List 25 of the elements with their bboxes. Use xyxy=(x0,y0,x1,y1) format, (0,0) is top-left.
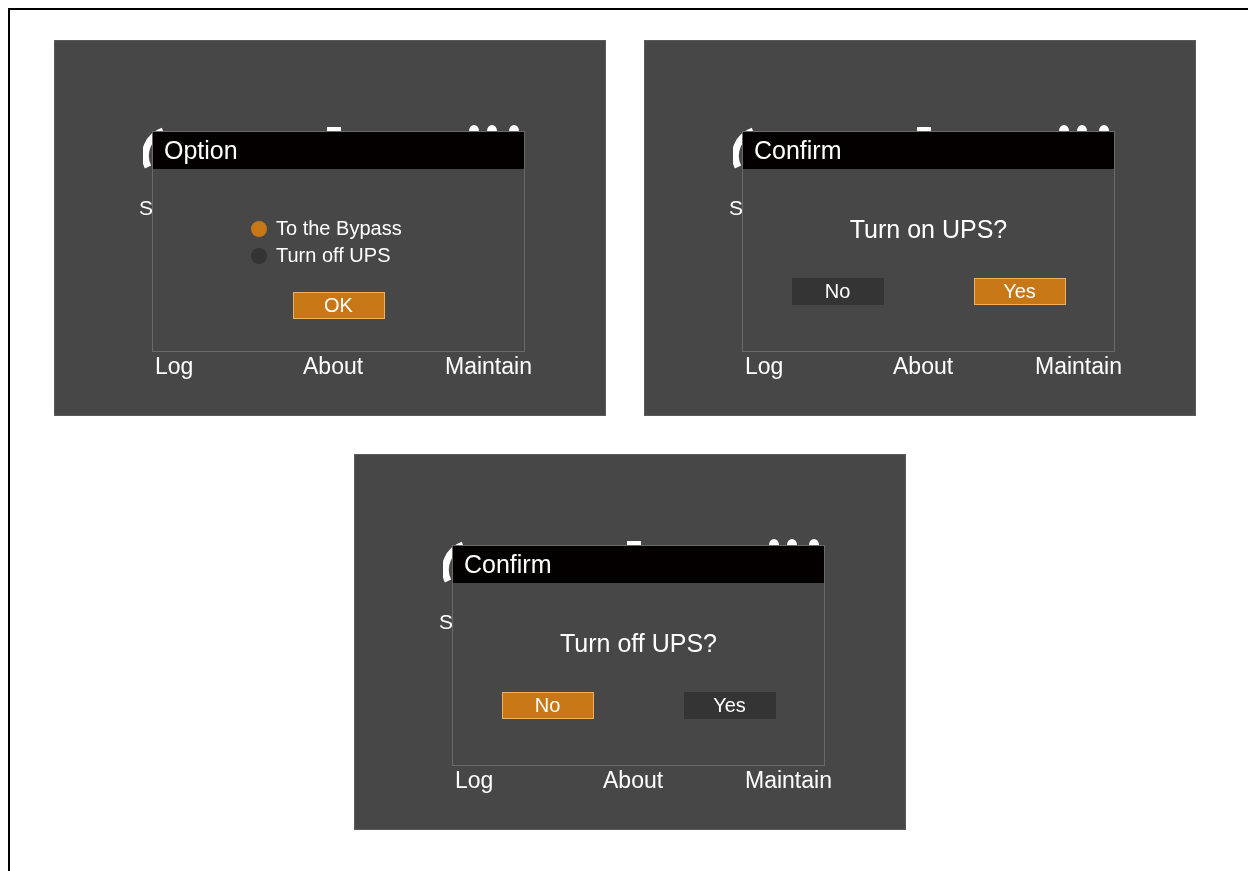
status-label: S xyxy=(439,610,453,634)
menu-item[interactable]: About xyxy=(603,767,664,793)
ring-icon xyxy=(443,541,465,585)
radio-dot[interactable] xyxy=(251,220,267,237)
menu-item[interactable]: Log xyxy=(745,353,784,379)
status-label: S xyxy=(729,196,743,220)
menu-item[interactable]: About xyxy=(303,353,364,379)
menu-item[interactable]: About xyxy=(893,353,954,379)
option-label: Turn off UPS xyxy=(276,243,391,268)
confirm-message: Turn on UPS? xyxy=(849,215,1008,244)
menu-item[interactable]: Maintain xyxy=(745,767,832,793)
confirm-message: Turn off UPS? xyxy=(560,629,717,658)
ring-icon xyxy=(143,127,165,171)
status-label: S xyxy=(139,196,153,220)
ring-icon xyxy=(733,127,755,171)
dialog-button[interactable]: No xyxy=(791,278,884,305)
dialog-title: Confirm xyxy=(453,546,824,583)
option-label: To the Bypass xyxy=(276,216,402,241)
menu-item[interactable]: Maintain xyxy=(445,353,532,379)
menu-item[interactable]: Log xyxy=(155,353,194,379)
dialog-button[interactable]: Yes xyxy=(683,692,776,719)
menu-item[interactable]: Maintain xyxy=(1035,353,1122,379)
dialog-title: Confirm xyxy=(743,132,1114,169)
dialog-title: Option xyxy=(153,132,524,169)
menu-item[interactable]: Log xyxy=(455,767,494,793)
